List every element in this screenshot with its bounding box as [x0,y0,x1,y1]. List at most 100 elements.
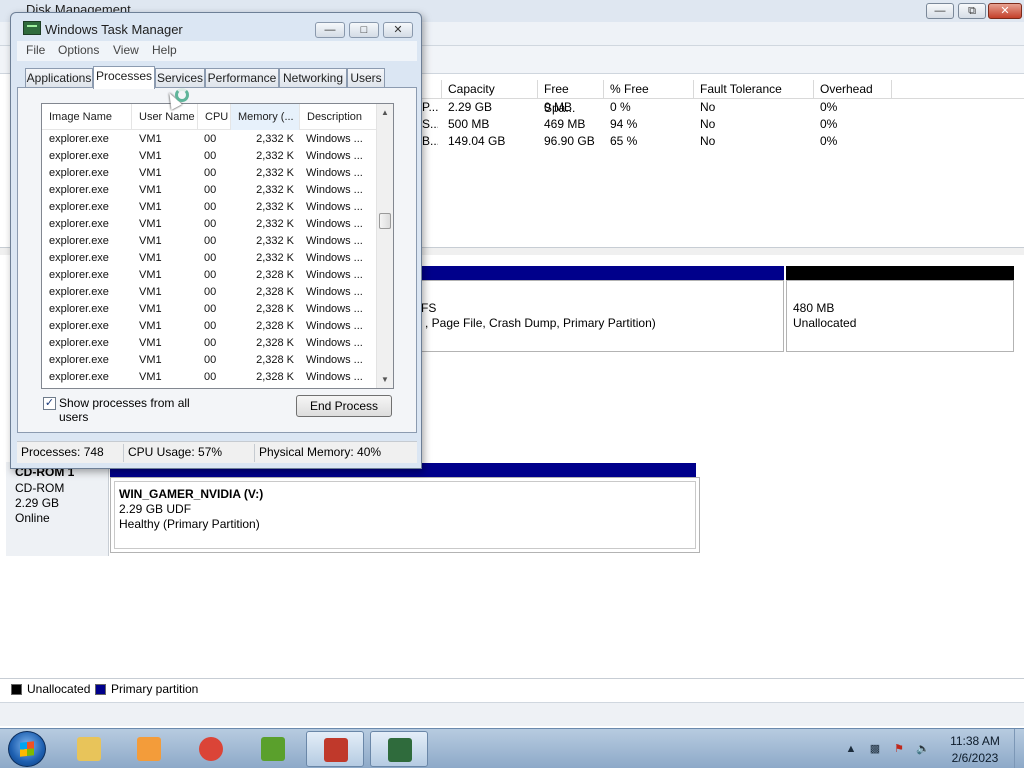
tab-processes[interactable]: Processes [93,66,155,89]
column-header-fault-tolerance[interactable]: Fault Tolerance [694,80,814,99]
volume-row[interactable]: P... 2.29 GB 0 MB 0 % No 0% [420,99,1024,116]
volume-icon[interactable]: 🔈 [916,742,930,756]
tm-close-button[interactable]: ✕ [383,22,413,38]
toolbox-icon [324,738,348,762]
process-row[interactable]: explorer.exe VM1 00 2,328 K Windows ... [42,369,378,386]
end-process-button[interactable]: End Process [296,395,392,417]
process-cpu: 00 [204,252,217,264]
process-user-name: VM1 [139,337,162,349]
process-row[interactable]: explorer.exe VM1 00 2,328 K Windows ... [42,335,378,352]
process-memory: 2,332 K [256,184,294,196]
cdrom-disk-label[interactable]: CD-ROM 1 CD-ROM 2.29 GB Online [6,462,109,556]
checkbox-checked-icon[interactable]: ✓ [43,397,56,410]
tm-menubar: File Options View Help [17,41,417,61]
cdrom-type: CD-ROM [15,481,65,495]
status-processes: Processes: 748 [21,445,104,459]
taskbar-button[interactable] [370,731,428,767]
tab-applications[interactable]: Applications [25,68,93,88]
column-description[interactable]: Description [300,104,378,130]
column-header-free-space[interactable]: Free Spa... [538,80,604,115]
unallocated-segment[interactable]: 480 MB Unallocated [786,280,1014,352]
volume-row[interactable]: S... 500 MB 469 MB 94 % No 0% [420,116,1024,133]
process-row[interactable]: explorer.exe VM1 00 2,332 K Windows ... [42,250,378,267]
process-row[interactable]: explorer.exe VM1 00 2,328 K Windows ... [42,301,378,318]
column-header-filesystem[interactable] [420,80,442,99]
show-desktop-button[interactable] [1014,729,1024,768]
menu-view[interactable]: View [113,43,139,57]
process-image-name: explorer.exe [49,371,109,383]
tm-maximize-button[interactable]: □ [349,22,379,38]
tab-services[interactable]: Services [155,68,205,88]
chrome-icon [199,737,223,761]
process-user-name: VM1 [139,269,162,281]
column-image-name[interactable]: Image Name [42,104,132,130]
action-center-icon[interactable]: ⚑ [892,742,906,756]
volume-pct-free: 94 % [610,117,638,131]
show-all-processes-checkbox[interactable]: ✓ Show processes from all users [43,396,213,424]
tab-networking[interactable]: Networking [279,68,347,88]
process-description: Windows ... [306,337,363,349]
menu-help[interactable]: Help [152,43,177,57]
process-row[interactable]: explorer.exe VM1 00 2,328 K Windows ... [42,352,378,369]
file-explorer-icon [77,737,101,761]
tm-minimize-button[interactable]: — [315,22,345,38]
process-user-name: VM1 [139,303,162,315]
status-cpu: CPU Usage: 57% [128,445,223,459]
process-row[interactable]: explorer.exe VM1 00 2,332 K Windows ... [42,216,378,233]
taskbar-button[interactable] [60,731,118,767]
process-row[interactable]: explorer.exe VM1 00 2,332 K Windows ... [42,165,378,182]
volume-free: 96.90 GB [544,134,595,148]
clock-time[interactable]: 11:38 AM [940,734,1010,748]
process-description: Windows ... [306,133,363,145]
taskbar-button[interactable] [120,731,178,767]
process-cpu: 00 [204,184,217,196]
busy-spinner-icon [175,88,189,102]
taskbar-button[interactable] [244,731,302,767]
volume-fault-tolerance: No [700,117,716,131]
primary-swatch [95,684,106,695]
menu-file[interactable]: File [26,43,45,57]
minimize-button[interactable]: — [926,3,954,19]
process-user-name: VM1 [139,371,162,383]
scroll-thumb[interactable] [379,213,391,229]
column-memory[interactable]: Memory (... [231,104,300,130]
column-header-capacity[interactable]: Capacity [442,80,538,99]
task-manager-icon [23,21,41,35]
start-button[interactable] [8,731,46,767]
scroll-down-icon[interactable]: ▼ [377,371,393,388]
process-row[interactable]: explorer.exe VM1 00 2,328 K Windows ... [42,284,378,301]
process-row[interactable]: explorer.exe VM1 00 2,328 K Windows ... [42,318,378,335]
process-row[interactable]: explorer.exe VM1 00 2,332 K Windows ... [42,182,378,199]
process-row[interactable]: explorer.exe VM1 00 2,332 K Windows ... [42,131,378,148]
process-cpu: 00 [204,286,217,298]
process-row[interactable]: explorer.exe VM1 00 2,332 K Windows ... [42,148,378,165]
clock-date[interactable]: 2/6/2023 [940,751,1010,765]
primary-partition-segment[interactable]: FS , Page File, Crash Dump, Primary Part… [420,280,784,352]
process-list-scrollbar[interactable]: ▲ ▼ [376,104,393,388]
column-header-pct-free[interactable]: % Free [604,80,694,99]
cdrom-volume-segment[interactable]: WIN_GAMER_NVIDIA (V:) 2.29 GB UDF Health… [110,477,700,553]
maximize-button[interactable]: ⧉ [958,3,986,19]
column-header-overhead[interactable]: Overhead [814,80,892,99]
unallocated-label: Unallocated [793,316,857,330]
taskbar-button[interactable] [306,731,364,767]
process-row[interactable]: explorer.exe VM1 00 2,328 K Windows ... [42,267,378,284]
close-button[interactable]: ✕ [988,3,1022,19]
menu-options[interactable]: Options [58,43,99,57]
tab-users[interactable]: Users [347,68,385,88]
column-user-name[interactable]: User Name [132,104,198,130]
disk-management-statusbar [0,702,1024,726]
process-row[interactable]: explorer.exe VM1 00 2,332 K Windows ... [42,233,378,250]
process-image-name: explorer.exe [49,235,109,247]
taskbar-button[interactable] [182,731,240,767]
column-cpu[interactable]: CPU [198,104,231,130]
tab-performance[interactable]: Performance [205,68,279,88]
partition-status: , Page File, Crash Dump, Primary Partiti… [425,316,656,330]
scroll-up-icon[interactable]: ▲ [377,104,393,121]
network-icon[interactable]: ▩ [868,742,882,756]
show-hidden-icons-icon[interactable]: ▲ [844,742,858,756]
volume-row[interactable]: B... 149.04 GB 96.90 GB 65 % No 0% [420,133,1024,150]
process-row[interactable]: explorer.exe VM1 00 2,332 K Windows ... [42,199,378,216]
process-description: Windows ... [306,252,363,264]
process-description: Windows ... [306,218,363,230]
